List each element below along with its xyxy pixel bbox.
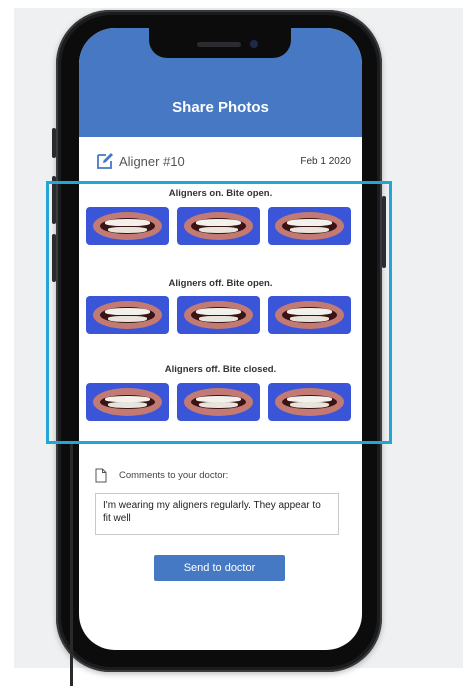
photos-highlight-box <box>46 181 392 444</box>
page-title: Share Photos <box>172 99 269 116</box>
phone-side-button <box>52 128 56 158</box>
aligner-date: Feb 1 2020 <box>300 156 351 167</box>
document-icon <box>95 468 107 483</box>
edit-icon[interactable] <box>95 151 115 171</box>
send-to-doctor-button[interactable]: Send to doctor <box>154 555 285 581</box>
comment-textarea[interactable]: I'm wearing my aligners regularly. They … <box>95 493 339 535</box>
callout-line <box>70 444 73 686</box>
comments-label: Comments to your doctor: <box>119 470 229 481</box>
phone-camera <box>250 40 258 48</box>
aligner-name: Aligner #10 <box>119 154 185 169</box>
aligner-row: Aligner #10 Feb 1 2020 <box>93 151 355 173</box>
phone-speaker <box>197 42 241 47</box>
